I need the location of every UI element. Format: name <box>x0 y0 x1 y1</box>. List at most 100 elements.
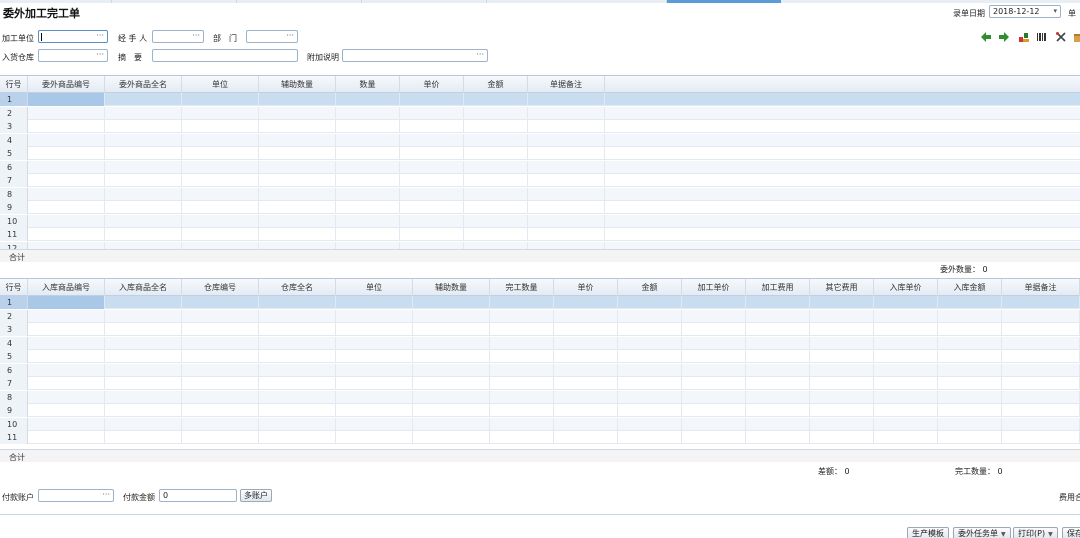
table-row[interactable]: 11 <box>0 431 1080 444</box>
table-cell[interactable] <box>336 106 400 120</box>
table-cell[interactable] <box>336 309 413 323</box>
table-cell[interactable] <box>105 174 182 187</box>
table-cell[interactable] <box>336 147 400 160</box>
table-cell[interactable] <box>105 201 182 214</box>
table-cell[interactable] <box>28 296 105 309</box>
table-cell[interactable] <box>400 120 464 133</box>
table-cell[interactable] <box>28 228 105 241</box>
table-cell[interactable] <box>413 350 490 363</box>
table-cell[interactable] <box>874 350 938 363</box>
table-cell[interactable] <box>28 133 105 147</box>
column-header[interactable]: 行号 <box>0 76 28 93</box>
table-cell[interactable] <box>413 404 490 417</box>
table-cell[interactable] <box>682 390 746 404</box>
table-cell[interactable] <box>28 309 105 323</box>
table-cell[interactable] <box>874 363 938 377</box>
table-cell[interactable] <box>259 187 336 201</box>
table-cell[interactable] <box>259 133 336 147</box>
table-cell[interactable] <box>1002 350 1080 363</box>
table-cell[interactable] <box>746 323 810 336</box>
table-cell[interactable] <box>28 336 105 350</box>
table-cell[interactable] <box>105 187 182 201</box>
table-cell[interactable] <box>413 309 490 323</box>
table-cell[interactable] <box>490 309 554 323</box>
table-cell[interactable] <box>554 323 618 336</box>
barcode-icon[interactable] <box>1036 31 1048 43</box>
table-cell[interactable] <box>182 363 259 377</box>
table-cell[interactable] <box>938 377 1002 390</box>
table-cell[interactable] <box>810 390 874 404</box>
table-cell[interactable] <box>182 323 259 336</box>
table-cell[interactable] <box>938 404 1002 417</box>
table-cell[interactable] <box>105 323 182 336</box>
table-cell[interactable] <box>528 120 605 133</box>
print-button[interactable]: 打印(P) ▼ <box>1013 527 1058 538</box>
table-row[interactable]: 3 <box>0 323 1080 336</box>
table-cell[interactable] <box>554 363 618 377</box>
table-cell[interactable] <box>259 120 336 133</box>
ellipsis-icon[interactable]: ··· <box>96 31 104 41</box>
table-cell[interactable] <box>182 390 259 404</box>
table-cell[interactable] <box>259 377 336 390</box>
table-cell[interactable] <box>528 201 605 214</box>
column-header[interactable]: 加工单价 <box>682 279 746 296</box>
table-cell[interactable] <box>874 336 938 350</box>
column-header[interactable]: 单位 <box>182 76 259 93</box>
table-cell[interactable] <box>618 309 682 323</box>
box-icon[interactable] <box>1073 31 1080 43</box>
table-cell[interactable] <box>105 431 182 444</box>
column-header[interactable]: 入库商品全名 <box>105 279 182 296</box>
table-cell[interactable] <box>874 390 938 404</box>
table-cell[interactable] <box>938 431 1002 444</box>
table-cell[interactable] <box>1002 323 1080 336</box>
table-cell[interactable] <box>336 390 413 404</box>
table-cell[interactable] <box>28 390 105 404</box>
table-cell[interactable] <box>528 228 605 241</box>
table-cell[interactable] <box>490 323 554 336</box>
table-cell[interactable] <box>413 417 490 431</box>
table-cell[interactable] <box>464 147 528 160</box>
table-cell[interactable] <box>28 201 105 214</box>
table-cell[interactable] <box>554 417 618 431</box>
table-cell[interactable] <box>336 160 400 174</box>
table-cell[interactable] <box>259 404 336 417</box>
table-cell[interactable] <box>182 377 259 390</box>
table-cell[interactable] <box>810 363 874 377</box>
table-cell[interactable] <box>490 404 554 417</box>
table-cell[interactable] <box>554 350 618 363</box>
tab-placeholder[interactable] <box>112 0 237 3</box>
table-cell[interactable] <box>874 431 938 444</box>
table-cell[interactable] <box>490 336 554 350</box>
table-cell[interactable] <box>259 336 336 350</box>
table-cell[interactable] <box>105 106 182 120</box>
table-cell[interactable] <box>413 323 490 336</box>
summary-field[interactable] <box>152 49 298 62</box>
column-header[interactable]: 其它费用 <box>810 279 874 296</box>
table-cell[interactable] <box>400 160 464 174</box>
table-cell[interactable] <box>464 187 528 201</box>
table-cell[interactable] <box>182 417 259 431</box>
table-cell[interactable] <box>682 350 746 363</box>
table-cell[interactable] <box>490 363 554 377</box>
table-cell[interactable] <box>618 336 682 350</box>
table-cell[interactable] <box>182 106 259 120</box>
table-cell[interactable] <box>400 133 464 147</box>
handler-field[interactable]: ··· <box>152 30 204 43</box>
table-cell[interactable] <box>105 350 182 363</box>
table-cell[interactable] <box>259 309 336 323</box>
table-cell[interactable] <box>259 174 336 187</box>
table-cell[interactable] <box>746 417 810 431</box>
table-cell[interactable] <box>336 201 400 214</box>
table-cell[interactable] <box>336 133 400 147</box>
table-cell[interactable] <box>746 377 810 390</box>
table-cell[interactable] <box>464 174 528 187</box>
table-cell[interactable] <box>105 160 182 174</box>
production-template-button[interactable]: 生产模板 <box>907 527 949 538</box>
table-cell[interactable] <box>400 187 464 201</box>
table-cell[interactable] <box>28 174 105 187</box>
table-cell[interactable] <box>182 174 259 187</box>
table-row[interactable]: 11 <box>0 228 1080 241</box>
table-cell[interactable] <box>938 296 1002 309</box>
column-header[interactable]: 入库商品编号 <box>28 279 105 296</box>
table-cell[interactable] <box>874 296 938 309</box>
